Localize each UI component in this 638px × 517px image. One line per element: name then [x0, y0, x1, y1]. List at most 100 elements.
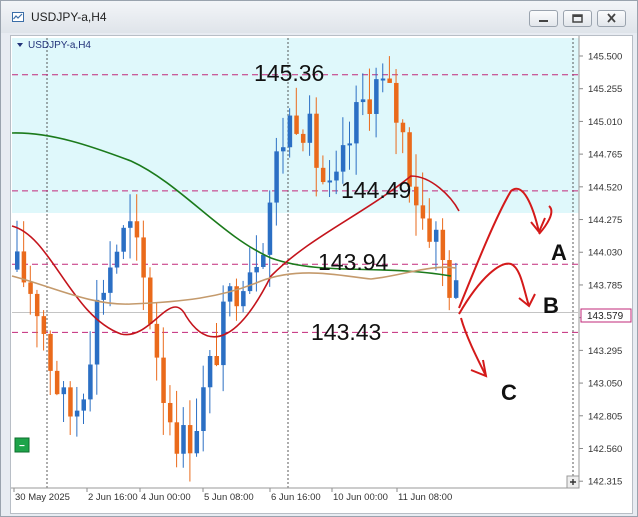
window-titlebar[interactable]: USDJPY-a,H4 [1, 1, 637, 33]
time-tick-label: 10 Jun 00:00 [333, 492, 388, 503]
chart-window: USDJPY-a,H4 145.36 144.49 143.94 143.43 A B C… [0, 0, 638, 517]
candle-body [254, 266, 259, 273]
candle-body [247, 272, 253, 292]
candle-body [148, 277, 153, 324]
time-tick-label: 6 Jun 16:00 [271, 492, 321, 503]
candle-body [201, 387, 206, 432]
candle-body [68, 387, 73, 417]
restore-button[interactable] [563, 10, 592, 27]
candle-body [34, 293, 40, 317]
time-tick-label: 4 Jun 00:00 [141, 492, 191, 503]
candle-body [88, 364, 93, 400]
candle-body [287, 115, 293, 148]
candle-body [267, 202, 273, 255]
close-button[interactable] [597, 10, 626, 27]
candle-body [387, 78, 392, 83]
chart-icon [12, 12, 24, 22]
candle-body [108, 267, 113, 293]
candle-body [354, 102, 359, 144]
candle-body [48, 333, 53, 371]
candle-body [447, 260, 452, 298]
close-icon [607, 13, 616, 23]
candle-body [41, 316, 47, 334]
candle-body [54, 370, 60, 395]
candle-body [207, 356, 213, 388]
candle-body [307, 113, 313, 143]
candle-body [128, 221, 133, 228]
candle-body [427, 218, 432, 242]
candle-body [367, 99, 372, 114]
scenario-label: A [551, 240, 567, 265]
candle-body [420, 205, 426, 219]
time-tick-label: 5 Jun 08:00 [204, 492, 254, 503]
candle-body [433, 229, 439, 242]
candle-body [274, 151, 279, 203]
price-tick-label: 143.050 [588, 379, 622, 390]
candle-body [400, 122, 406, 133]
svg-text:−: − [19, 441, 25, 452]
price-tick-label: 145.010 [588, 117, 622, 128]
candle-body [453, 280, 459, 298]
minimize-icon [539, 20, 548, 22]
candle-body [347, 143, 352, 146]
time-tick-label: 30 May 2025 [15, 492, 70, 503]
candle-body [141, 237, 146, 278]
candle-body [294, 115, 299, 134]
price-tick-label: 142.560 [588, 444, 622, 455]
price-tick-label: 143.295 [588, 346, 622, 357]
time-tick-label: 11 Jun 08:00 [398, 492, 452, 503]
candle-body [414, 186, 419, 206]
candle-body [214, 356, 219, 366]
candle-body [101, 292, 106, 300]
candle-body [320, 167, 326, 183]
candle-body [114, 251, 120, 268]
candle-body [221, 301, 226, 366]
candle-body [74, 410, 80, 417]
scenario-label: C [501, 380, 517, 405]
level-label: 143.43 [311, 319, 381, 345]
price-tick-label: 144.765 [588, 150, 622, 161]
candle-body [360, 99, 366, 103]
level-label: 145.36 [254, 60, 324, 86]
candle-body [21, 251, 27, 283]
candle-body [340, 145, 346, 172]
price-tick-label: 143.785 [588, 280, 622, 291]
candle-body [227, 286, 233, 302]
price-tick-label: 144.520 [588, 182, 622, 193]
chart-area[interactable]: 145.36 144.49 143.94 143.43 A B C 145.500 145.… [10, 35, 633, 514]
candle-body [154, 323, 160, 358]
candle-body [167, 402, 173, 423]
price-tick-label: 144.030 [588, 248, 622, 259]
price-chart[interactable]: 145.36 144.49 143.94 143.43 A B C 145.500 145.… [11, 36, 632, 513]
candle-body [187, 425, 193, 454]
time-tick-label: 2 Jun 16:00 [88, 492, 138, 503]
candle-body [440, 229, 446, 261]
symbol-label: USDJPY-a,H4 [28, 40, 91, 51]
candle-body [134, 221, 140, 238]
candle-body [81, 399, 86, 411]
candle-body [194, 431, 200, 454]
restore-icon [572, 14, 583, 23]
candle-body [394, 82, 399, 123]
candle-body [61, 387, 67, 395]
candle-body [327, 180, 333, 183]
candle-body [241, 291, 246, 307]
candle-body [174, 422, 180, 454]
price-tick-label: 144.275 [588, 215, 622, 226]
candle-body [314, 113, 319, 168]
candle-body [94, 299, 100, 365]
level-label: 143.94 [318, 249, 389, 275]
price-tick-label: 142.315 [588, 477, 622, 488]
current-price-label: 143.579 [587, 311, 624, 322]
candle-body [181, 425, 186, 454]
window-title: USDJPY-a,H4 [31, 10, 107, 24]
candle-body [121, 227, 126, 252]
candle-body [161, 357, 166, 403]
candle-body [300, 133, 306, 143]
level-label: 144.49 [341, 177, 411, 203]
minimize-button[interactable] [529, 10, 558, 27]
candle-body [261, 254, 266, 267]
candle-body [374, 79, 379, 114]
candle-body [15, 251, 20, 270]
candle-body [380, 78, 386, 81]
